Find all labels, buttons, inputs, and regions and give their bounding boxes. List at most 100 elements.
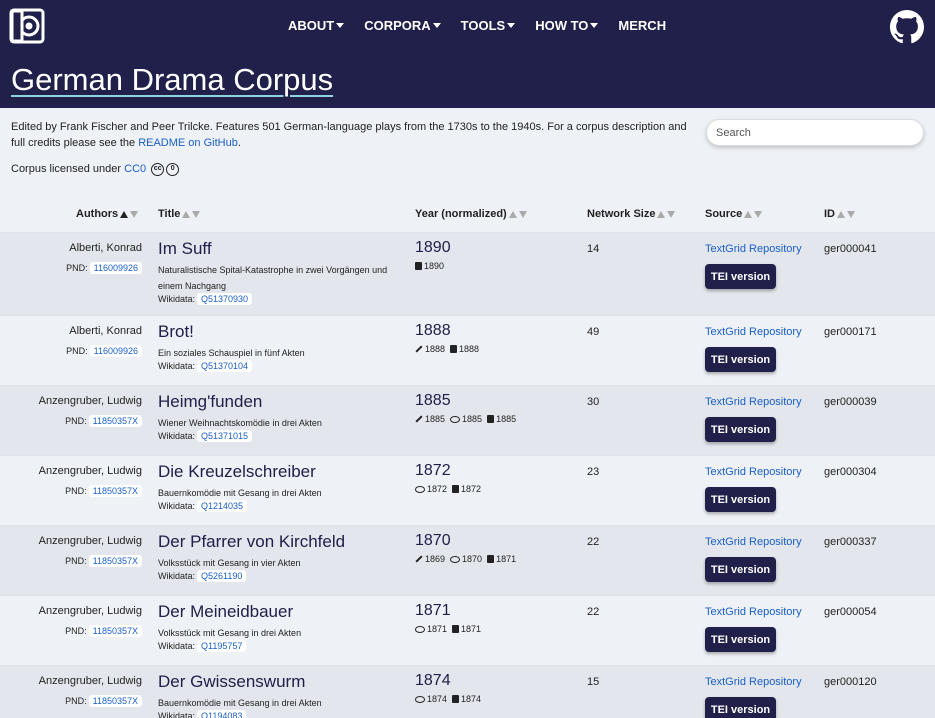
- wikidata-link[interactable]: Q1214035: [197, 500, 248, 512]
- table-header: Authors Title Year (normalized) Network …: [0, 198, 935, 232]
- author-name: Alberti, Konrad: [69, 325, 142, 337]
- author-pnd: PND: 11850357X: [65, 485, 142, 497]
- year-written: 1869: [415, 554, 445, 564]
- wikidata-link[interactable]: Q51370930: [197, 293, 253, 305]
- year-premiere-value: 1871: [427, 624, 448, 634]
- chevron-down-icon: [432, 23, 441, 29]
- source-link[interactable]: TextGrid Repository: [705, 396, 802, 408]
- search-input[interactable]: [706, 119, 924, 146]
- tei-version-button[interactable]: TEI version: [705, 417, 776, 442]
- pnd-link[interactable]: 116009926: [89, 262, 142, 274]
- pnd-link[interactable]: 116009926: [89, 345, 142, 357]
- table-row: Alberti, Konrad PND: 116009926 Im Suff Natur…: [0, 232, 935, 315]
- pnd-label: PND:: [65, 696, 87, 706]
- normalized-year: 1872: [415, 462, 451, 479]
- pen-icon: [415, 415, 423, 423]
- network-size: 22: [587, 606, 600, 618]
- tei-version-button[interactable]: TEI version: [705, 697, 776, 718]
- pnd-link[interactable]: 11850357X: [88, 555, 142, 567]
- column-header-network-size[interactable]: Network Size: [587, 208, 676, 220]
- wikidata-link[interactable]: Q1194083: [197, 710, 247, 718]
- play-id: ger000304: [824, 466, 877, 478]
- network-size: 23: [587, 466, 600, 478]
- cc0-link[interactable]: CC0: [124, 163, 146, 175]
- play-id: ger000041: [824, 243, 877, 255]
- tei-version-button[interactable]: TEI version: [705, 347, 776, 372]
- page-title: German Drama Corpus: [11, 62, 334, 97]
- column-header-year[interactable]: Year (normalized): [415, 208, 527, 220]
- top-navbar: ABOUT CORPORA TOOLS HOW TO MERCH German …: [0, 0, 935, 108]
- normalized-year: 1874: [415, 672, 451, 689]
- nav-merch[interactable]: MERCH: [618, 18, 666, 36]
- year-details: 1871 1871: [415, 624, 486, 634]
- tei-version-button[interactable]: TEI version: [705, 557, 776, 582]
- source-link[interactable]: TextGrid Repository: [705, 466, 802, 478]
- source-link[interactable]: TextGrid Repository: [705, 536, 802, 548]
- source-link[interactable]: TextGrid Repository: [705, 326, 802, 338]
- year-premiere: 1870: [450, 554, 482, 564]
- pnd-link[interactable]: 11850357X: [88, 695, 142, 707]
- play-title[interactable]: Im Suff: [158, 239, 212, 259]
- tei-version-button[interactable]: TEI version: [705, 487, 776, 512]
- nav-tools[interactable]: TOOLS: [461, 18, 516, 36]
- year-printed-value: 1871: [496, 554, 517, 564]
- nav-about[interactable]: ABOUT: [288, 18, 345, 36]
- table-row: Anzengruber, Ludwig PND: 11850357X Heimg'fu…: [0, 385, 935, 455]
- author-pnd: PND: 11850357X: [65, 415, 142, 427]
- play-subtitle: Bauernkomödie mit Gesang in drei Akten: [158, 698, 322, 708]
- play-title[interactable]: Brot!: [158, 322, 194, 342]
- play-subtitle: Volksstück mit Gesang in vier Akten: [158, 558, 301, 568]
- sort-descending-icon: [130, 210, 139, 218]
- theater-masks-icon: [415, 485, 425, 493]
- source-link[interactable]: TextGrid Repository: [705, 676, 802, 688]
- normalized-year: 1871: [415, 602, 451, 619]
- wikidata-label: Wikidata:: [158, 294, 196, 304]
- nav-how-to[interactable]: HOW TO: [535, 18, 599, 36]
- play-title[interactable]: Der Meineidbauer: [158, 602, 293, 622]
- wikidata-link[interactable]: Q1195757: [197, 640, 247, 652]
- pnd-link[interactable]: 11850357X: [88, 625, 142, 637]
- play-title[interactable]: Heimg'funden: [158, 392, 262, 412]
- chevron-down-icon: [507, 23, 516, 29]
- author-pnd: PND: 116009926: [66, 345, 142, 357]
- play-title[interactable]: Der Pfarrer von Kirchfeld: [158, 532, 345, 552]
- wikidata-label: Wikidata:: [158, 501, 196, 511]
- pen-icon: [415, 345, 423, 353]
- year-premiere-value: 1870: [462, 554, 483, 564]
- year-details: 1888 1888: [415, 344, 484, 354]
- book-icon: [487, 415, 495, 423]
- github-icon[interactable]: [890, 10, 924, 44]
- year-premiere: 1871: [415, 624, 447, 634]
- year-written: 1888: [415, 344, 445, 354]
- author-pnd: PND: 11850357X: [65, 625, 142, 637]
- year-details: 1885 1885 1885: [415, 414, 521, 424]
- cc-zero-icon: 0: [166, 162, 180, 176]
- sort-ascending-icon: [120, 210, 129, 218]
- pnd-link[interactable]: 11850357X: [88, 415, 142, 427]
- wikidata-link[interactable]: Q51370104: [197, 360, 253, 372]
- wikidata-label: Wikidata:: [158, 571, 196, 581]
- wikidata-link[interactable]: Q51371015: [197, 430, 253, 442]
- wikidata-link[interactable]: Q5261190: [197, 570, 247, 582]
- pnd-link[interactable]: 11850357X: [88, 485, 142, 497]
- play-title[interactable]: Die Kreuzelschreiber: [158, 462, 316, 482]
- column-header-title[interactable]: Title: [158, 208, 201, 220]
- tei-version-button[interactable]: TEI version: [705, 264, 776, 289]
- readme-link[interactable]: README on GitHub: [138, 137, 238, 149]
- tei-version-button[interactable]: TEI version: [705, 627, 776, 652]
- source-link[interactable]: TextGrid Repository: [705, 606, 802, 618]
- pnd-label: PND:: [65, 486, 87, 496]
- author-name: Anzengruber, Ludwig: [38, 535, 142, 547]
- column-header-id[interactable]: ID: [824, 208, 855, 220]
- year-printed: 1890: [415, 261, 444, 271]
- source-link[interactable]: TextGrid Repository: [705, 243, 802, 255]
- column-header-source[interactable]: Source: [705, 208, 763, 220]
- sort-descending-icon: [754, 210, 763, 218]
- nav-corpora[interactable]: CORPORA: [364, 18, 441, 36]
- network-size: 15: [587, 676, 600, 688]
- column-header-authors[interactable]: Authors: [76, 208, 139, 220]
- play-title[interactable]: Der Gwissenswurm: [158, 672, 305, 692]
- book-icon: [452, 695, 460, 703]
- dracor-logo-icon[interactable]: [9, 8, 45, 44]
- year-printed: 1874: [452, 694, 481, 704]
